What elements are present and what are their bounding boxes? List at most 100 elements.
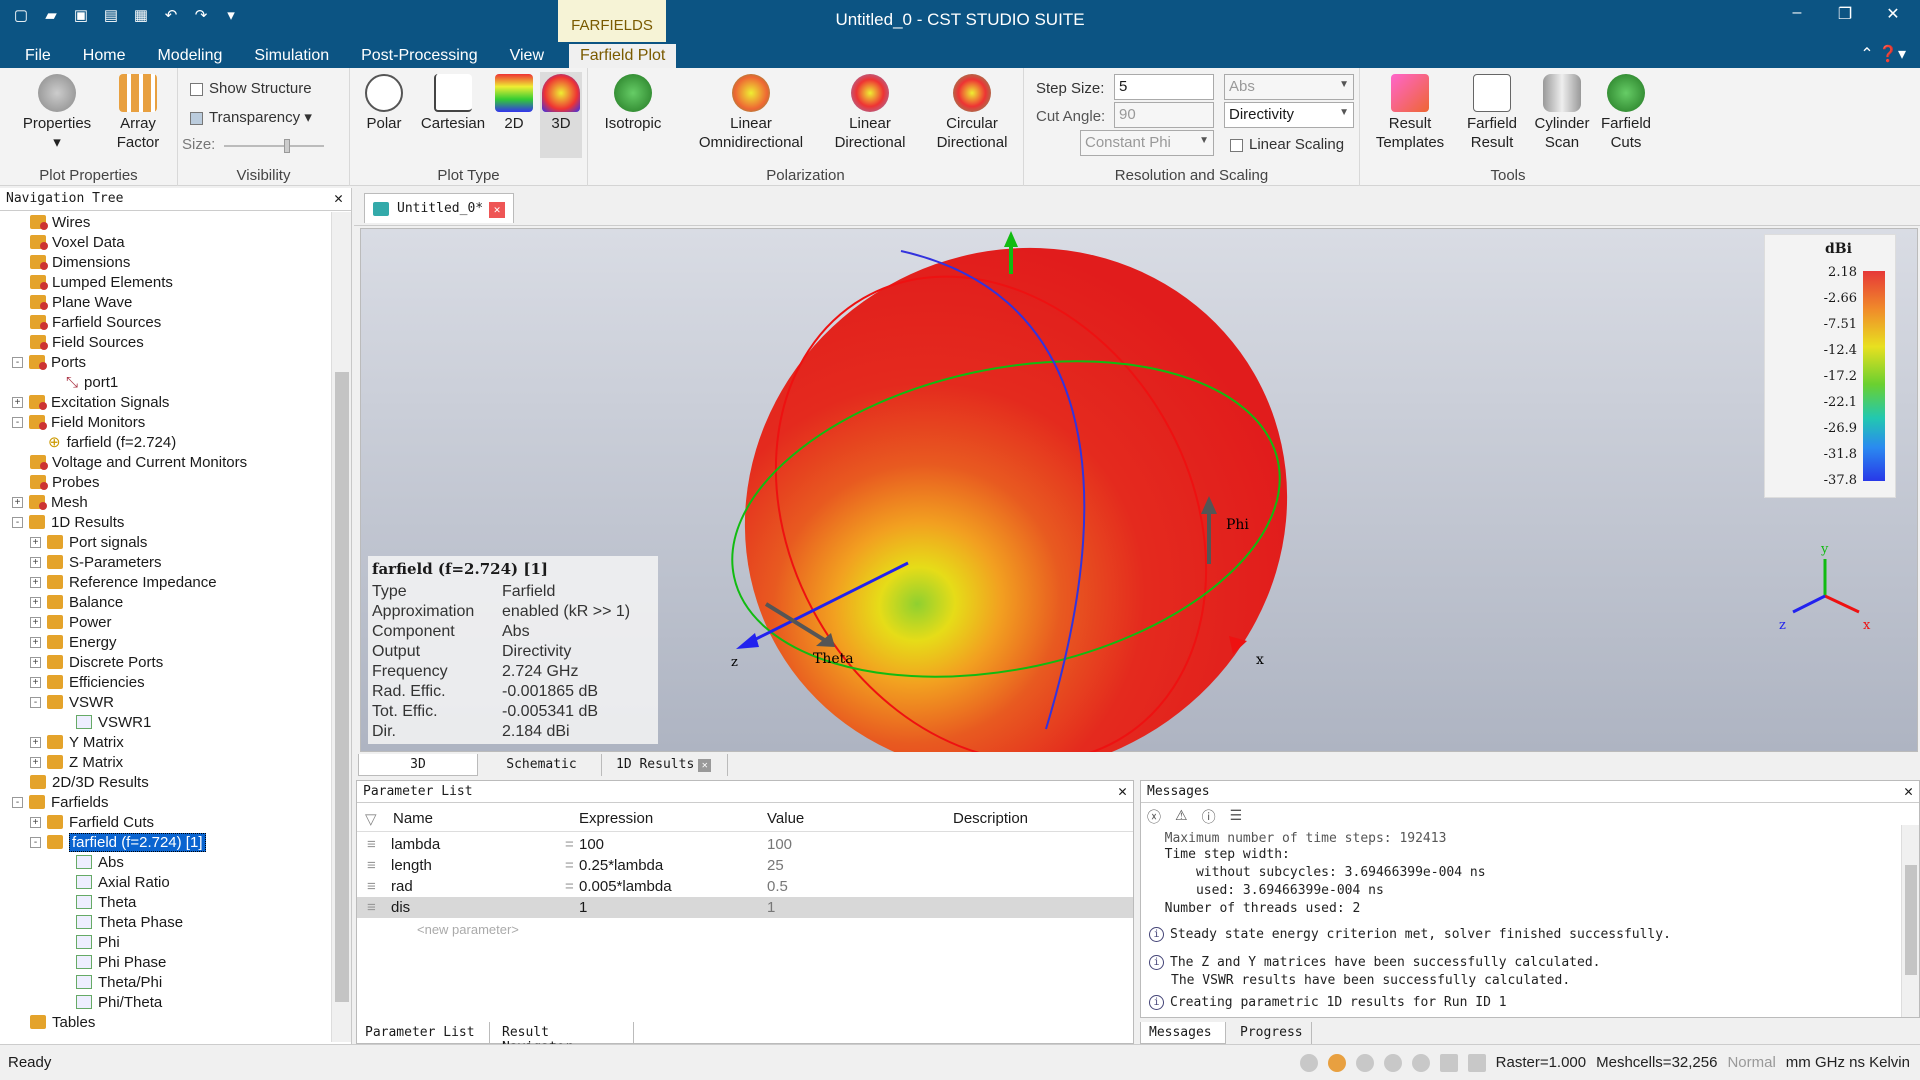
tab-schematic[interactable]: Schematic: [482, 754, 602, 776]
zoom-in-icon[interactable]: [1383, 1054, 1402, 1072]
linear-omnidirectional-button[interactable]: Linear Omnidirectional: [686, 74, 816, 152]
tree-item[interactable]: Field Sources: [30, 332, 144, 352]
filter-icon[interactable]: ▽: [365, 810, 377, 828]
table-row[interactable]: ≡ length = 0.25*lambda 25: [357, 855, 1133, 876]
expand-icon[interactable]: +: [30, 536, 41, 548]
constant-phi-select[interactable]: Constant Phi ▼: [1080, 130, 1214, 156]
column-header[interactable]: Expression: [579, 810, 653, 827]
expand-icon[interactable]: +: [30, 576, 41, 588]
tree-item[interactable]: VSWR1: [76, 712, 151, 732]
tree-item[interactable]: Lumped Elements: [30, 272, 173, 292]
column-header[interactable]: Name: [393, 810, 433, 827]
tab-view[interactable]: View: [499, 44, 555, 68]
warning-filter-icon[interactable]: ⚠: [1175, 807, 1188, 827]
tree-item[interactable]: + Balance: [30, 592, 123, 612]
close-icon[interactable]: ✕: [1118, 782, 1127, 800]
close-button[interactable]: ✕: [1880, 4, 1906, 24]
expand-icon[interactable]: +: [30, 816, 41, 828]
column-header[interactable]: Value: [767, 810, 804, 827]
tree-item[interactable]: ⤡ port1: [66, 372, 118, 392]
polar-button[interactable]: Polar: [356, 74, 412, 133]
3d-button[interactable]: 3D: [540, 72, 582, 158]
tree-item[interactable]: Voltage and Current Monitors: [30, 452, 247, 472]
rotate-icon[interactable]: [1355, 1054, 1374, 1072]
table-row[interactable]: ≡ lambda = 100 100: [357, 834, 1133, 855]
expand-icon[interactable]: +: [30, 676, 41, 688]
array-factor-button[interactable]: Array Factor: [108, 74, 168, 152]
tree-item[interactable]: Plane Wave: [30, 292, 132, 312]
linear-directional-button[interactable]: Linear Directional: [824, 74, 916, 152]
tab-messages[interactable]: Messages: [1140, 1022, 1226, 1044]
tree-item[interactable]: + Power: [30, 612, 112, 632]
tree-item[interactable]: Probes: [30, 472, 100, 492]
collapse-icon[interactable]: -: [12, 796, 23, 808]
view-cube-icon[interactable]: [1467, 1054, 1486, 1072]
tree-item[interactable]: + Z Matrix: [30, 752, 123, 772]
error-filter-icon[interactable]: ⓧ: [1147, 807, 1161, 827]
directivity-select[interactable]: Directivity ▼: [1224, 102, 1354, 128]
table-row[interactable]: ≡ rad = 0.005*lambda 0.5: [357, 876, 1133, 897]
cut-angle-input[interactable]: 90: [1114, 102, 1214, 128]
close-icon[interactable]: ✕: [1904, 782, 1913, 800]
tree-item[interactable]: + Reference Impedance: [30, 572, 217, 592]
tab-post-processing[interactable]: Post-Processing: [350, 44, 489, 68]
tree-item[interactable]: ⊕ farfield (f=2.724): [48, 432, 176, 452]
messages-scrollbar[interactable]: [1901, 825, 1919, 1017]
tab-result-navigator[interactable]: Result Navigator: [494, 1022, 634, 1055]
column-header[interactable]: Description: [953, 810, 1028, 827]
close-tab-icon[interactable]: ✕: [698, 759, 712, 772]
tree-item[interactable]: - VSWR: [30, 692, 114, 712]
properties-button[interactable]: Properties ▾: [14, 74, 100, 152]
tab-progress[interactable]: Progress: [1232, 1022, 1312, 1044]
tree-item[interactable]: + Excitation Signals: [12, 392, 169, 412]
tree-scrollbar[interactable]: [331, 212, 351, 1042]
tree-item[interactable]: 2D/3D Results: [30, 772, 149, 792]
tab-simulation[interactable]: Simulation: [243, 44, 340, 68]
abs-select[interactable]: Abs ▼: [1224, 74, 1354, 100]
collapse-icon[interactable]: -: [12, 356, 23, 368]
tree-item[interactable]: + Efficiencies: [30, 672, 145, 692]
tree-item[interactable]: + S-Parameters: [30, 552, 162, 572]
collapse-icon[interactable]: -: [12, 516, 23, 528]
transparency-dropdown[interactable]: Transparency ▾: [190, 108, 312, 126]
cartesian-button[interactable]: Cartesian: [420, 74, 486, 133]
fit-view-icon[interactable]: [1439, 1054, 1458, 1072]
tree-item[interactable]: Phi/Theta: [76, 992, 162, 1012]
tab-farfield-plot[interactable]: Farfield Plot: [569, 44, 677, 68]
tree-item[interactable]: + Y Matrix: [30, 732, 124, 752]
2d-button[interactable]: 2D: [494, 74, 534, 133]
cylinder-scan-button[interactable]: Cylinder Scan: [1530, 74, 1594, 152]
result-templates-button[interactable]: Result Templates: [1368, 74, 1452, 152]
tab-parameter-list[interactable]: Parameter List: [356, 1022, 490, 1044]
farfield-cuts-button[interactable]: Farfield Cuts: [1596, 74, 1656, 152]
tree-item[interactable]: Theta/Phi: [76, 972, 162, 992]
step-size-input[interactable]: 5: [1114, 74, 1214, 100]
spin-icon[interactable]: [1411, 1054, 1430, 1072]
tree-item[interactable]: + Mesh: [12, 492, 88, 512]
farfield-result-button[interactable]: Farfield Result: [1460, 74, 1524, 152]
collapse-icon[interactable]: -: [30, 836, 41, 848]
pan-icon[interactable]: [1327, 1054, 1346, 1072]
new-parameter-row[interactable]: <new parameter>: [357, 920, 1133, 941]
tab-1d-results[interactable]: 1D Results ✕: [608, 754, 728, 776]
isotropic-button[interactable]: Isotropic: [590, 74, 676, 133]
collapse-icon[interactable]: -: [30, 696, 41, 708]
tree-item[interactable]: Farfield Sources: [30, 312, 161, 332]
tree-item[interactable]: - 1D Results: [12, 512, 124, 532]
circular-directional-button[interactable]: Circular Directional: [926, 74, 1018, 152]
collapse-icon[interactable]: -: [12, 416, 23, 428]
clear-messages-icon[interactable]: ☰: [1230, 807, 1243, 827]
expand-icon[interactable]: +: [12, 396, 23, 408]
tree-item[interactable]: Theta: [76, 892, 136, 912]
tree-item[interactable]: Axial Ratio: [76, 872, 170, 892]
tree-item[interactable]: Abs: [76, 852, 124, 872]
tab-home[interactable]: Home: [72, 44, 137, 68]
tree-item[interactable]: Theta Phase: [76, 912, 183, 932]
help-icon[interactable]: ⌃ ❓▾: [1860, 44, 1906, 64]
tree-item[interactable]: - Field Monitors: [12, 412, 145, 432]
table-row[interactable]: ≡ dis 1 1: [357, 897, 1133, 918]
tree-item[interactable]: + Discrete Ports: [30, 652, 163, 672]
tree-item[interactable]: - Ports: [12, 352, 86, 372]
tree-item[interactable]: Tables: [30, 1012, 95, 1032]
tree-item[interactable]: Wires: [30, 212, 90, 232]
